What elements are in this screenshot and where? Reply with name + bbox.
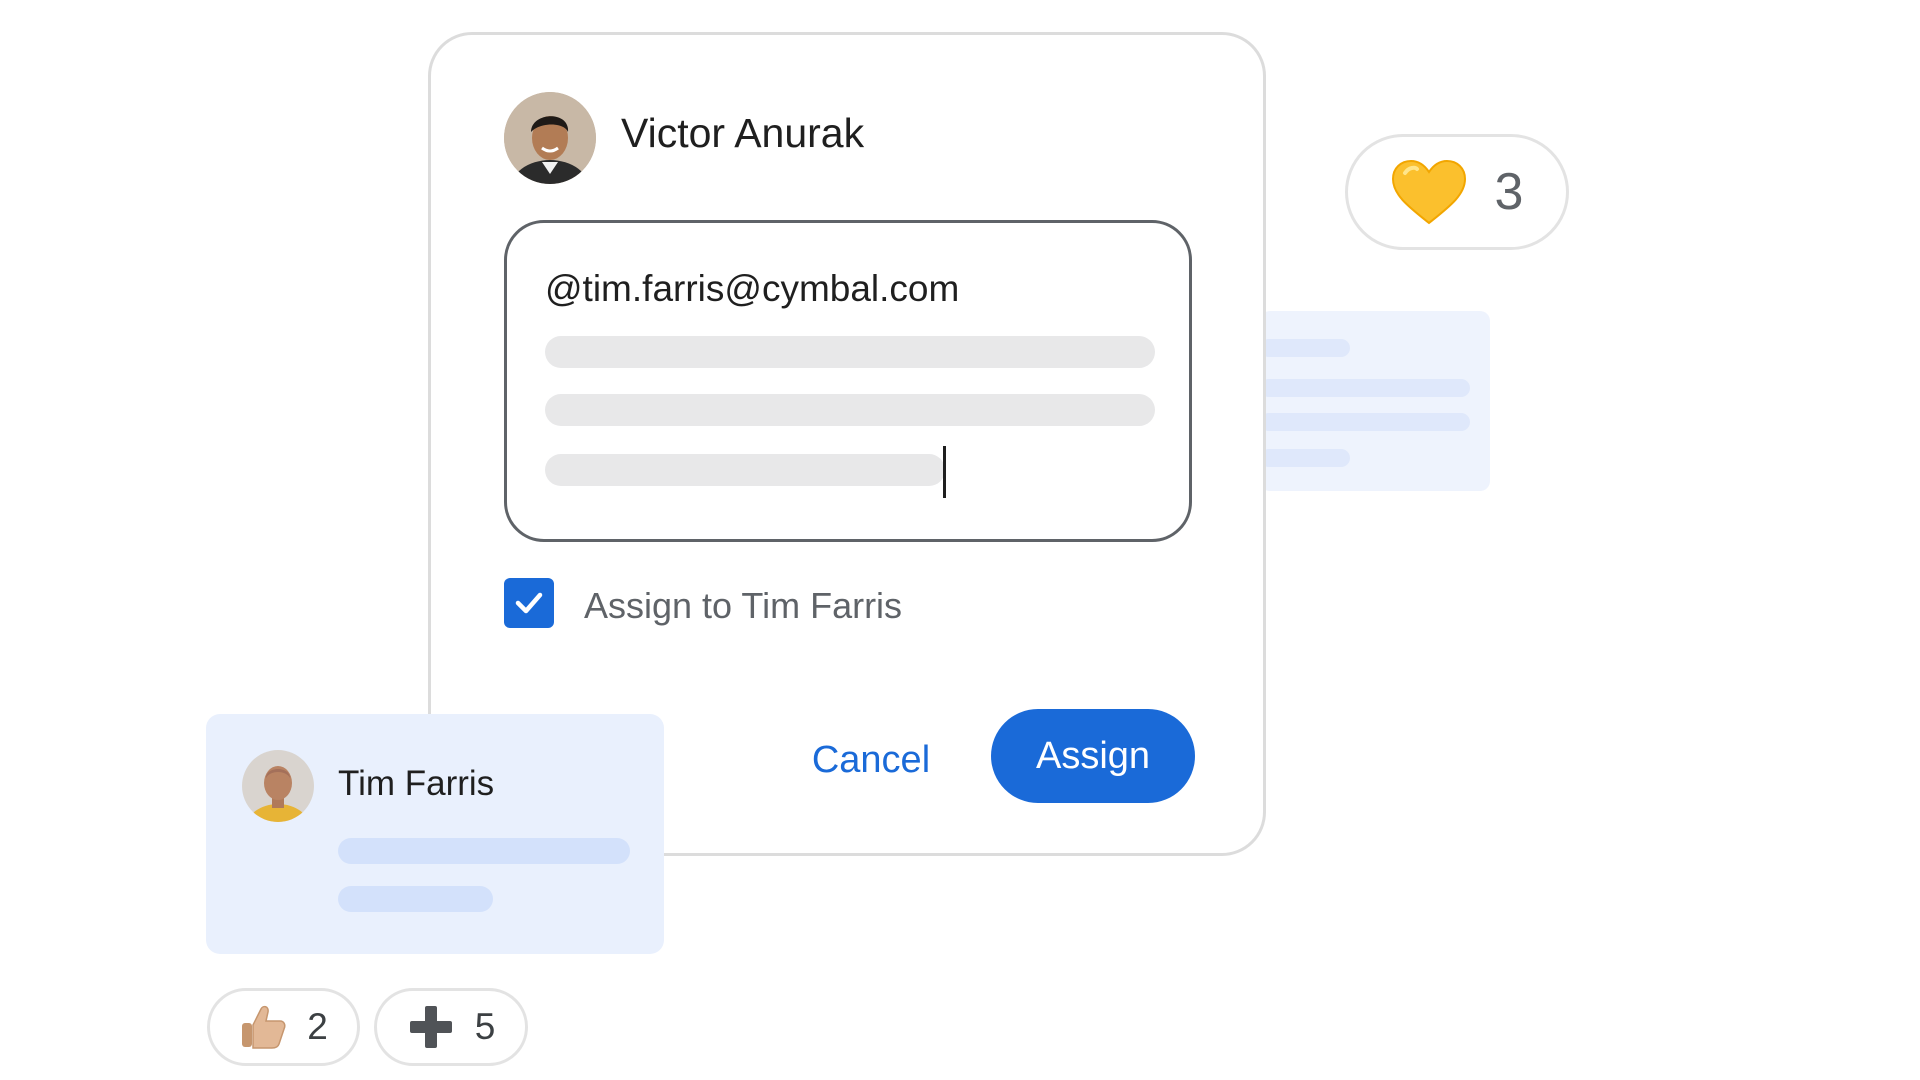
- placeholder-line: [1260, 339, 1350, 357]
- placeholder-line: [338, 886, 493, 912]
- placeholder-line: [1260, 449, 1350, 467]
- placeholder-line: [1260, 379, 1470, 397]
- placeholder-line: [545, 454, 945, 486]
- mention-text: @tim.farris@cymbal.com: [545, 268, 960, 309]
- plus-reaction-chip[interactable]: 5: [374, 988, 528, 1066]
- check-icon: [515, 592, 543, 614]
- thumbs-up-count: 2: [307, 1006, 328, 1047]
- victor-avatar: [504, 92, 596, 184]
- thumbs-up-reaction-chip[interactable]: 2: [207, 988, 360, 1066]
- tim-avatar: [242, 750, 314, 822]
- assignee-card: Tim Farris: [206, 714, 664, 954]
- assign-checkbox[interactable]: [504, 578, 554, 628]
- assignee-name: Tim Farris: [338, 764, 495, 803]
- placeholder-line: [545, 336, 1155, 368]
- placeholder-line: [545, 394, 1155, 426]
- stage: 3 Victor Anurak @tim.farris@cymbal.com A…: [0, 0, 1920, 1080]
- placeholder-line: [338, 838, 630, 864]
- assign-checkbox-label[interactable]: Assign to Tim Farris: [584, 585, 902, 627]
- heart-reaction-count: 3: [1494, 163, 1524, 221]
- plus-icon: [409, 1006, 452, 1048]
- author-name: Victor Anurak: [621, 110, 865, 156]
- yellow-heart-icon: [1391, 159, 1466, 225]
- thumbs-up-icon: [242, 1005, 286, 1049]
- text-caret: [943, 446, 946, 498]
- placeholder-line: [1260, 413, 1470, 431]
- cancel-button[interactable]: Cancel: [781, 715, 961, 805]
- background-comment-card: [1260, 311, 1490, 491]
- heart-reaction-chip[interactable]: 3: [1345, 134, 1569, 250]
- plus-count: 5: [474, 1006, 496, 1047]
- assign-button[interactable]: Assign: [991, 709, 1195, 803]
- comment-input[interactable]: @tim.farris@cymbal.com: [504, 220, 1192, 542]
